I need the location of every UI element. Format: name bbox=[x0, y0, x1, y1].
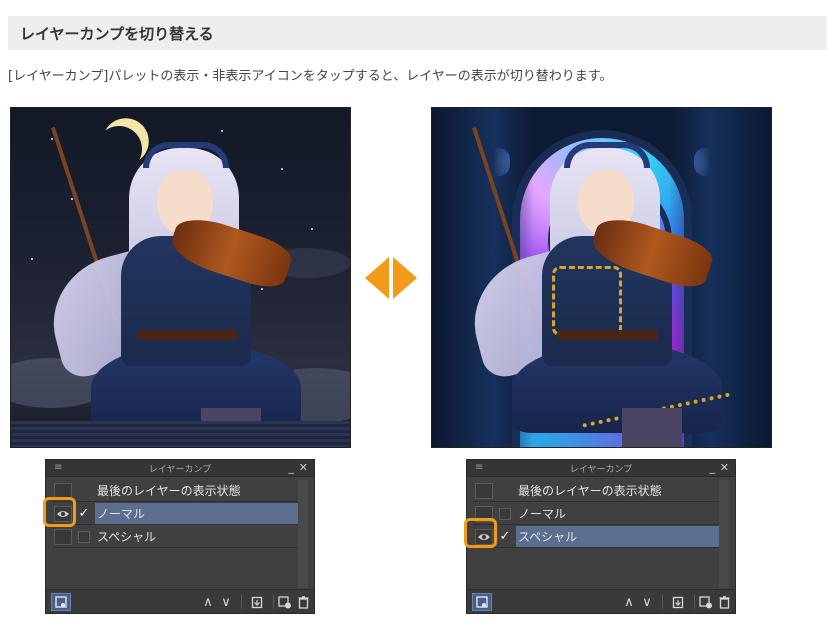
checkmark-icon: ✓ bbox=[499, 529, 511, 544]
layer-comp-row-special[interactable]: ✓ スペシャル bbox=[473, 526, 719, 548]
layer-comp-row-normal[interactable]: ノーマル bbox=[473, 503, 719, 525]
move-down-icon[interactable]: ∨ bbox=[639, 593, 655, 611]
close-button[interactable]: ✕ bbox=[299, 461, 308, 474]
row-label: スペシャル bbox=[518, 530, 578, 544]
row-label: スペシャル bbox=[97, 530, 157, 544]
description-text: [レイヤーカンプ]パレットの表示・非表示アイコンをタップすると、レイヤーの表示が… bbox=[8, 69, 613, 84]
row-label: 最後のレイヤーの表示状態 bbox=[518, 484, 662, 498]
copy-icon[interactable] bbox=[669, 593, 687, 611]
close-button[interactable]: ✕ bbox=[720, 461, 729, 474]
layer-comp-palette-normal: ≡ レイヤーカンプ _ ✕ 最後のレイヤーの表示状態 ✓ ノーマル スペシャル … bbox=[45, 459, 315, 614]
apply-check[interactable]: ✓ bbox=[496, 529, 514, 545]
scrollbar[interactable] bbox=[298, 480, 308, 588]
layer-comp-row-normal[interactable]: ✓ ノーマル bbox=[52, 503, 298, 525]
palette-title: レイヤーカンプ bbox=[148, 465, 212, 475]
move-down-icon[interactable]: ∨ bbox=[218, 593, 234, 611]
row-label: ノーマル bbox=[518, 507, 567, 521]
layer-comp-palette-special: ≡ レイヤーカンプ _ ✕ 最後のレイヤーの表示状態 ノーマル ✓ スペシャル … bbox=[466, 459, 736, 614]
minimize-button[interactable]: _ bbox=[289, 461, 295, 474]
preview-icon[interactable] bbox=[472, 593, 492, 611]
row-label: 最後のレイヤーの表示状態 bbox=[97, 484, 241, 498]
character-figure bbox=[432, 108, 771, 447]
delete-icon[interactable] bbox=[295, 593, 311, 611]
character-figure bbox=[11, 108, 350, 447]
layer-comp-row-last-state[interactable]: 最後のレイヤーの表示状態 bbox=[52, 480, 298, 502]
palette-toolbar: ∧ ∨ bbox=[46, 589, 314, 613]
layer-comp-row-last-state[interactable]: 最後のレイヤーの表示状態 bbox=[473, 480, 719, 502]
section-heading: レイヤーカンプを切り替える bbox=[8, 16, 827, 50]
palette-titlebar: ≡ レイヤーカンプ _ ✕ bbox=[467, 460, 735, 477]
toggle-arrows-icon bbox=[361, 255, 421, 301]
palette-titlebar: ≡ レイヤーカンプ _ ✕ bbox=[46, 460, 314, 477]
section-heading-text: レイヤーカンプを切り替える bbox=[20, 24, 214, 43]
move-up-icon[interactable]: ∧ bbox=[621, 593, 637, 611]
apply-check[interactable] bbox=[496, 506, 514, 522]
layer-comp-row-special[interactable]: スペシャル bbox=[52, 526, 298, 548]
preview-icon[interactable] bbox=[51, 593, 71, 611]
illustration-special bbox=[431, 107, 772, 448]
move-up-icon[interactable]: ∧ bbox=[200, 593, 216, 611]
palette-title: レイヤーカンプ bbox=[569, 465, 633, 475]
palette-toolbar: ∧ ∨ bbox=[467, 589, 735, 613]
copy-icon[interactable] bbox=[248, 593, 266, 611]
visibility-toggle[interactable] bbox=[475, 482, 493, 499]
minimize-button[interactable]: _ bbox=[710, 461, 716, 474]
scrollbar[interactable] bbox=[719, 480, 729, 588]
highlight-box bbox=[43, 497, 76, 527]
highlight-box bbox=[464, 518, 497, 548]
row-label: ノーマル bbox=[97, 507, 146, 521]
new-layer-comp-icon[interactable] bbox=[276, 593, 294, 611]
apply-check[interactable] bbox=[75, 529, 93, 545]
visibility-toggle[interactable] bbox=[54, 528, 72, 545]
apply-check[interactable]: ✓ bbox=[75, 506, 93, 522]
new-layer-comp-icon[interactable] bbox=[697, 593, 715, 611]
delete-icon[interactable] bbox=[716, 593, 732, 611]
illustration-normal bbox=[10, 107, 351, 448]
checkmark-icon: ✓ bbox=[78, 506, 90, 521]
